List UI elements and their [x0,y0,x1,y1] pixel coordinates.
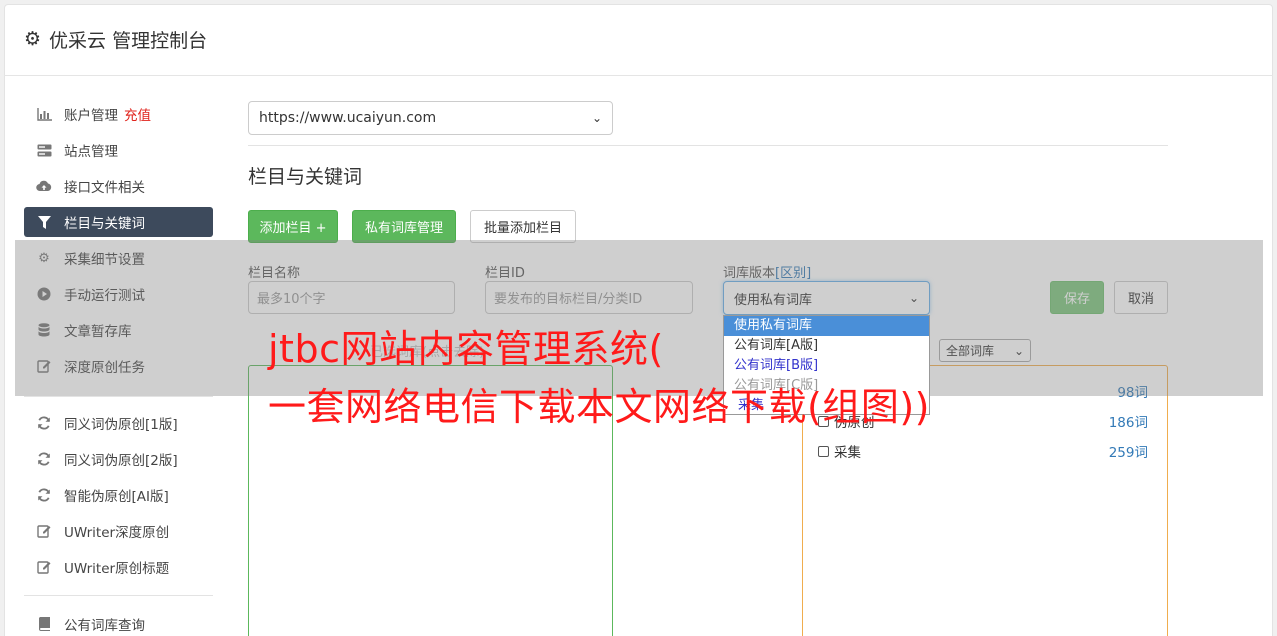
sidebar-item-label: 公有词库查询 [64,618,145,634]
sidebar-item-account[interactable]: 账户管理 充值 [24,99,213,129]
refresh-icon [36,488,52,502]
sidebar-item-sites[interactable]: 站点管理 [24,135,213,165]
lib-row-collect[interactable]: 采集 259词 [818,441,1148,461]
sidebar-divider [24,396,213,397]
sidebar-divider [24,595,213,596]
private-lib-button[interactable]: 私有词库管理 [352,210,456,243]
bar-chart-icon [36,107,52,121]
add-column-button[interactable]: 添加栏目 + [248,210,338,243]
batch-add-button[interactable]: 批量添加栏目 [470,210,576,243]
sidebar-item-label: UWriter原创标题 [64,561,170,577]
sidebar-item-interface[interactable]: 接口文件相关 [24,171,213,201]
sidebar-item-ai-original[interactable]: 智能伪原创[AI版] [24,480,213,510]
refresh-icon [36,416,52,430]
top-bar: ⚙ 优采云 管理控制台 [4,4,1273,76]
sidebar-item-label: 账户管理 [64,108,118,124]
divider [248,145,1168,146]
chevron-down-icon: ⌄ [591,111,602,125]
lib-name: 采集 [834,445,861,461]
recharge-link[interactable]: 充值 [124,104,151,124]
refresh-icon [36,452,52,466]
sidebar-item-public-lib[interactable]: 公有词库查询 [24,609,213,636]
site-select-value: https://www.ucaiyun.com [259,110,437,126]
server-icon [36,144,52,157]
gear-icon: ⚙ [24,28,42,50]
cloud-upload-icon [36,180,52,192]
filter-icon [36,215,52,229]
watermark-text: jtbc网站内容管理系统( 一套网络电信下载本文网络下载(组图)) [268,320,1028,436]
sidebar-item-label: 栏目与关键词 [64,216,145,232]
section-title: 栏目与关键词 [248,166,363,188]
lib-row-left: 采集 [818,441,861,461]
sidebar-item-uwriter-deep[interactable]: UWriter深度原创 [24,516,213,546]
edit-icon [36,524,52,538]
sidebar-item-label: 同义词伪原创[1版] [64,417,178,433]
site-select[interactable]: https://www.ucaiyun.com ⌄ [248,101,613,135]
sidebar-item-synonym-v2[interactable]: 同义词伪原创[2版] [24,444,213,474]
page-title: 优采云 管理控制台 [49,30,208,52]
watermark-line-2: 一套网络电信下载本文网络下载(组图)) [268,385,930,429]
sidebar-item-uwriter-title[interactable]: UWriter原创标题 [24,552,213,582]
book-icon [36,617,52,631]
lib-count: 259词 [1108,445,1148,461]
edit-icon [36,560,52,574]
sidebar-item-label: 智能伪原创[AI版] [64,489,169,505]
sidebar-item-synonym-v1[interactable]: 同义词伪原创[1版] [24,408,213,438]
sidebar-item-label: 站点管理 [64,144,118,160]
sidebar-item-columns[interactable]: 栏目与关键词 [24,207,213,237]
lib-checkbox[interactable] [818,445,829,457]
watermark-line-1: jtbc网站内容管理系统( [268,327,664,371]
sidebar-item-label: 同义词伪原创[2版] [64,453,178,469]
lib-count: 186词 [1108,415,1148,431]
sidebar-item-label: 接口文件相关 [64,180,145,196]
sidebar-item-label: UWriter深度原创 [64,525,170,541]
